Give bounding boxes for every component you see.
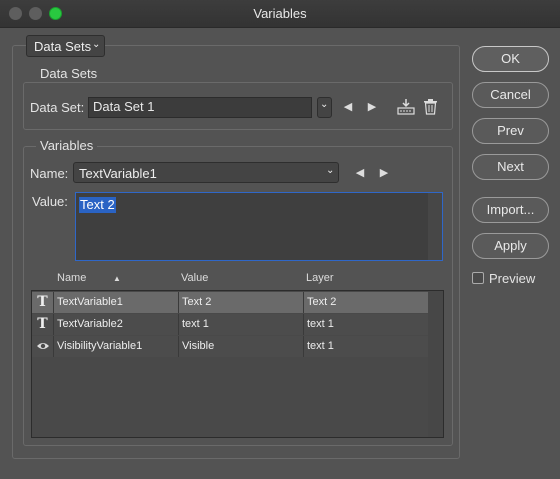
prev-button[interactable]: Prev <box>472 118 549 144</box>
data-set-dropdown-button[interactable]: ⌄ <box>317 97 332 118</box>
row-value: text 1 <box>179 314 304 335</box>
import-button[interactable]: Import... <box>472 197 549 223</box>
value-textarea[interactable]: Text 2 <box>75 192 443 261</box>
ok-button[interactable]: OK <box>472 46 549 72</box>
table-row[interactable]: VisibilityVariable1 Visible text 1 <box>32 336 428 357</box>
variables-heading: Variables <box>36 138 98 153</box>
mode-dropdown-label: Data Sets <box>34 39 92 54</box>
table-row[interactable]: T TextVariable2 text 1 text 1 <box>32 314 428 335</box>
value-text-selection: Text 2 <box>79 197 116 213</box>
row-value: Visible <box>179 336 304 357</box>
apply-button[interactable]: Apply <box>472 233 549 259</box>
variables-table: T TextVariable1 Text 2 Text 2 T TextVari… <box>31 290 444 438</box>
previous-variable-button[interactable]: ◀ <box>353 166 367 179</box>
chevron-down-icon: ⌄ <box>320 99 329 110</box>
table-scrollbar[interactable] <box>428 291 443 437</box>
next-data-set-button[interactable]: ▶ <box>365 100 379 113</box>
row-layer: text 1 <box>307 318 334 330</box>
data-set-label: Data Set: <box>30 100 85 115</box>
text-icon: T <box>32 292 54 313</box>
row-layer: Text 2 <box>307 296 337 308</box>
row-name: TextVariable1 <box>54 292 179 313</box>
column-header-name[interactable]: Name <box>57 272 86 284</box>
data-set-field[interactable]: Data Set 1 <box>88 97 312 118</box>
mode-dropdown[interactable]: Data Sets ⌄ <box>26 35 105 57</box>
text-icon: T <box>32 314 54 335</box>
next-variable-button[interactable]: ▶ <box>377 166 391 179</box>
trash-icon[interactable] <box>424 99 437 115</box>
value-label: Value: <box>32 194 68 209</box>
next-button[interactable]: Next <box>472 154 549 180</box>
name-label: Name: <box>30 166 69 181</box>
preview-label: Preview <box>489 271 536 286</box>
window-title: Variables <box>253 6 307 21</box>
variable-name-dropdown[interactable]: TextVariable1 ⌄ <box>73 162 339 183</box>
row-name: TextVariable2 <box>54 314 179 335</box>
previous-data-set-button[interactable]: ◀ <box>341 100 355 113</box>
row-name: VisibilityVariable1 <box>54 336 179 357</box>
chevron-down-icon: ⌄ <box>326 165 335 176</box>
column-header-value[interactable]: Value <box>181 272 208 284</box>
cancel-button[interactable]: Cancel <box>472 82 549 108</box>
save-data-set-icon[interactable] <box>396 98 416 116</box>
variable-name-value: TextVariable1 <box>79 166 157 181</box>
data-sets-heading: Data Sets <box>36 66 102 81</box>
column-header-layer[interactable]: Layer <box>306 272 334 284</box>
preview-checkbox[interactable] <box>472 272 484 284</box>
chevron-down-icon: ⌄ <box>92 39 101 50</box>
value-scrollbar[interactable] <box>428 193 442 260</box>
row-value: Text 2 <box>179 292 304 313</box>
row-layer: text 1 <box>307 340 334 352</box>
sort-ascending-icon: ▲ <box>113 274 121 283</box>
eye-icon <box>32 336 54 357</box>
table-row[interactable]: T TextVariable1 Text 2 Text 2 <box>32 292 428 313</box>
